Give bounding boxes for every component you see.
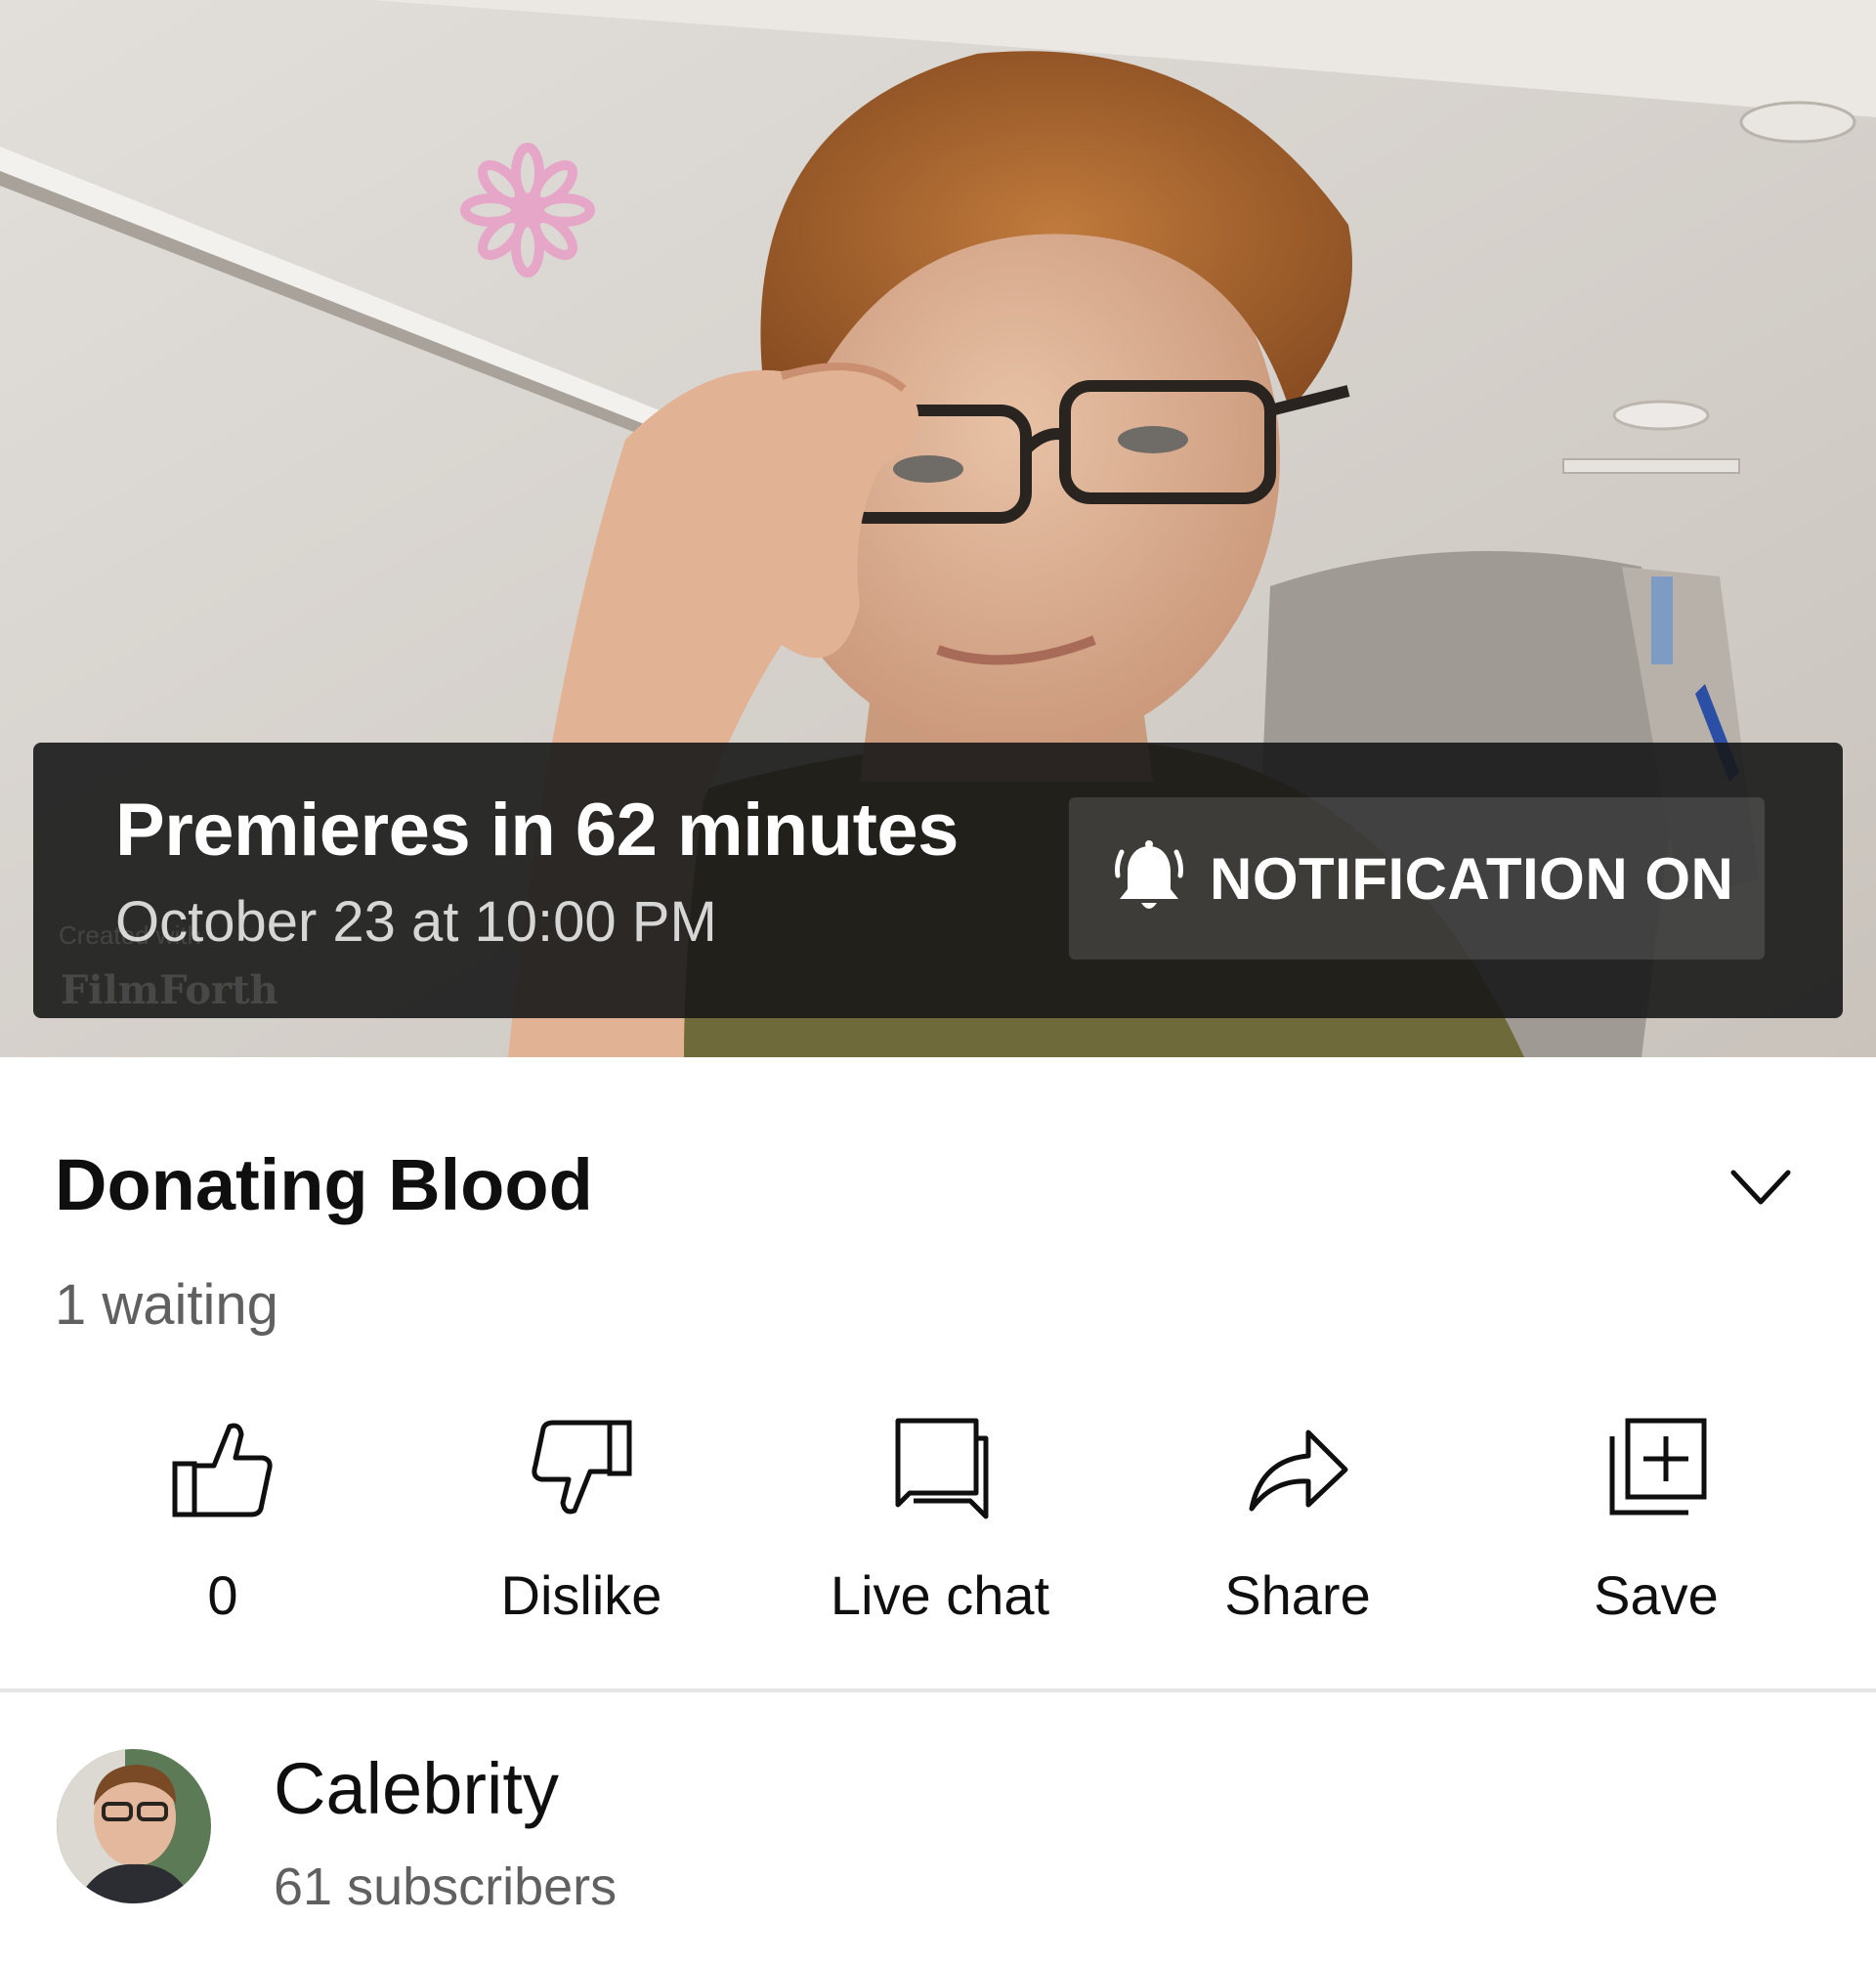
avatar-image <box>57 1749 211 1903</box>
save-label: Save <box>1594 1564 1719 1626</box>
video-title[interactable]: Donating Blood <box>55 1143 593 1226</box>
action-bar: 0 Dislike Live chat Share Save <box>0 1415 1876 1640</box>
live-chat-label: Live chat <box>830 1564 1050 1626</box>
chevron-down-icon[interactable] <box>1727 1165 1794 1212</box>
like-count: 0 <box>207 1564 238 1626</box>
chat-bubble-icon <box>895 1418 989 1519</box>
watermark-caption: Created with <box>59 920 201 950</box>
thumbs-down-icon <box>532 1420 632 1515</box>
notification-button-label: NOTIFICATION ON <box>1210 845 1734 912</box>
waiting-count: 1 waiting <box>55 1273 278 1337</box>
watermark-logo: FilmForth <box>61 967 278 1013</box>
share-arrow-icon <box>1249 1430 1348 1512</box>
premiere-countdown: Premieres in 62 minutes <box>115 789 959 872</box>
premiere-date: October 23 at 10:00 PM <box>115 890 717 954</box>
watch-page: Premieres in 62 minutes October 23 at 10… <box>0 0 1876 1964</box>
thumbs-up-icon <box>172 1423 273 1517</box>
bell-ringing-icon <box>1115 840 1183 909</box>
video-player[interactable]: Premieres in 62 minutes October 23 at 10… <box>0 0 1876 1057</box>
premiere-overlay: Premieres in 62 minutes October 23 at 10… <box>33 743 1843 1018</box>
live-chat-button[interactable]: Live chat <box>793 1415 1087 1640</box>
share-button[interactable]: Share <box>1151 1415 1444 1640</box>
share-label: Share <box>1224 1564 1371 1626</box>
notification-on-button[interactable]: NOTIFICATION ON <box>1069 797 1765 960</box>
like-button[interactable]: 0 <box>76 1415 369 1640</box>
dislike-label: Dislike <box>500 1564 662 1626</box>
playlist-add-icon <box>1609 1418 1707 1516</box>
subscriber-count: 61 subscribers <box>274 1857 618 1916</box>
save-button[interactable]: Save <box>1510 1415 1803 1640</box>
channel-avatar[interactable] <box>57 1749 211 1903</box>
section-divider <box>0 1688 1876 1692</box>
channel-name[interactable]: Calebrity <box>274 1747 559 1830</box>
dislike-button[interactable]: Dislike <box>435 1415 728 1640</box>
